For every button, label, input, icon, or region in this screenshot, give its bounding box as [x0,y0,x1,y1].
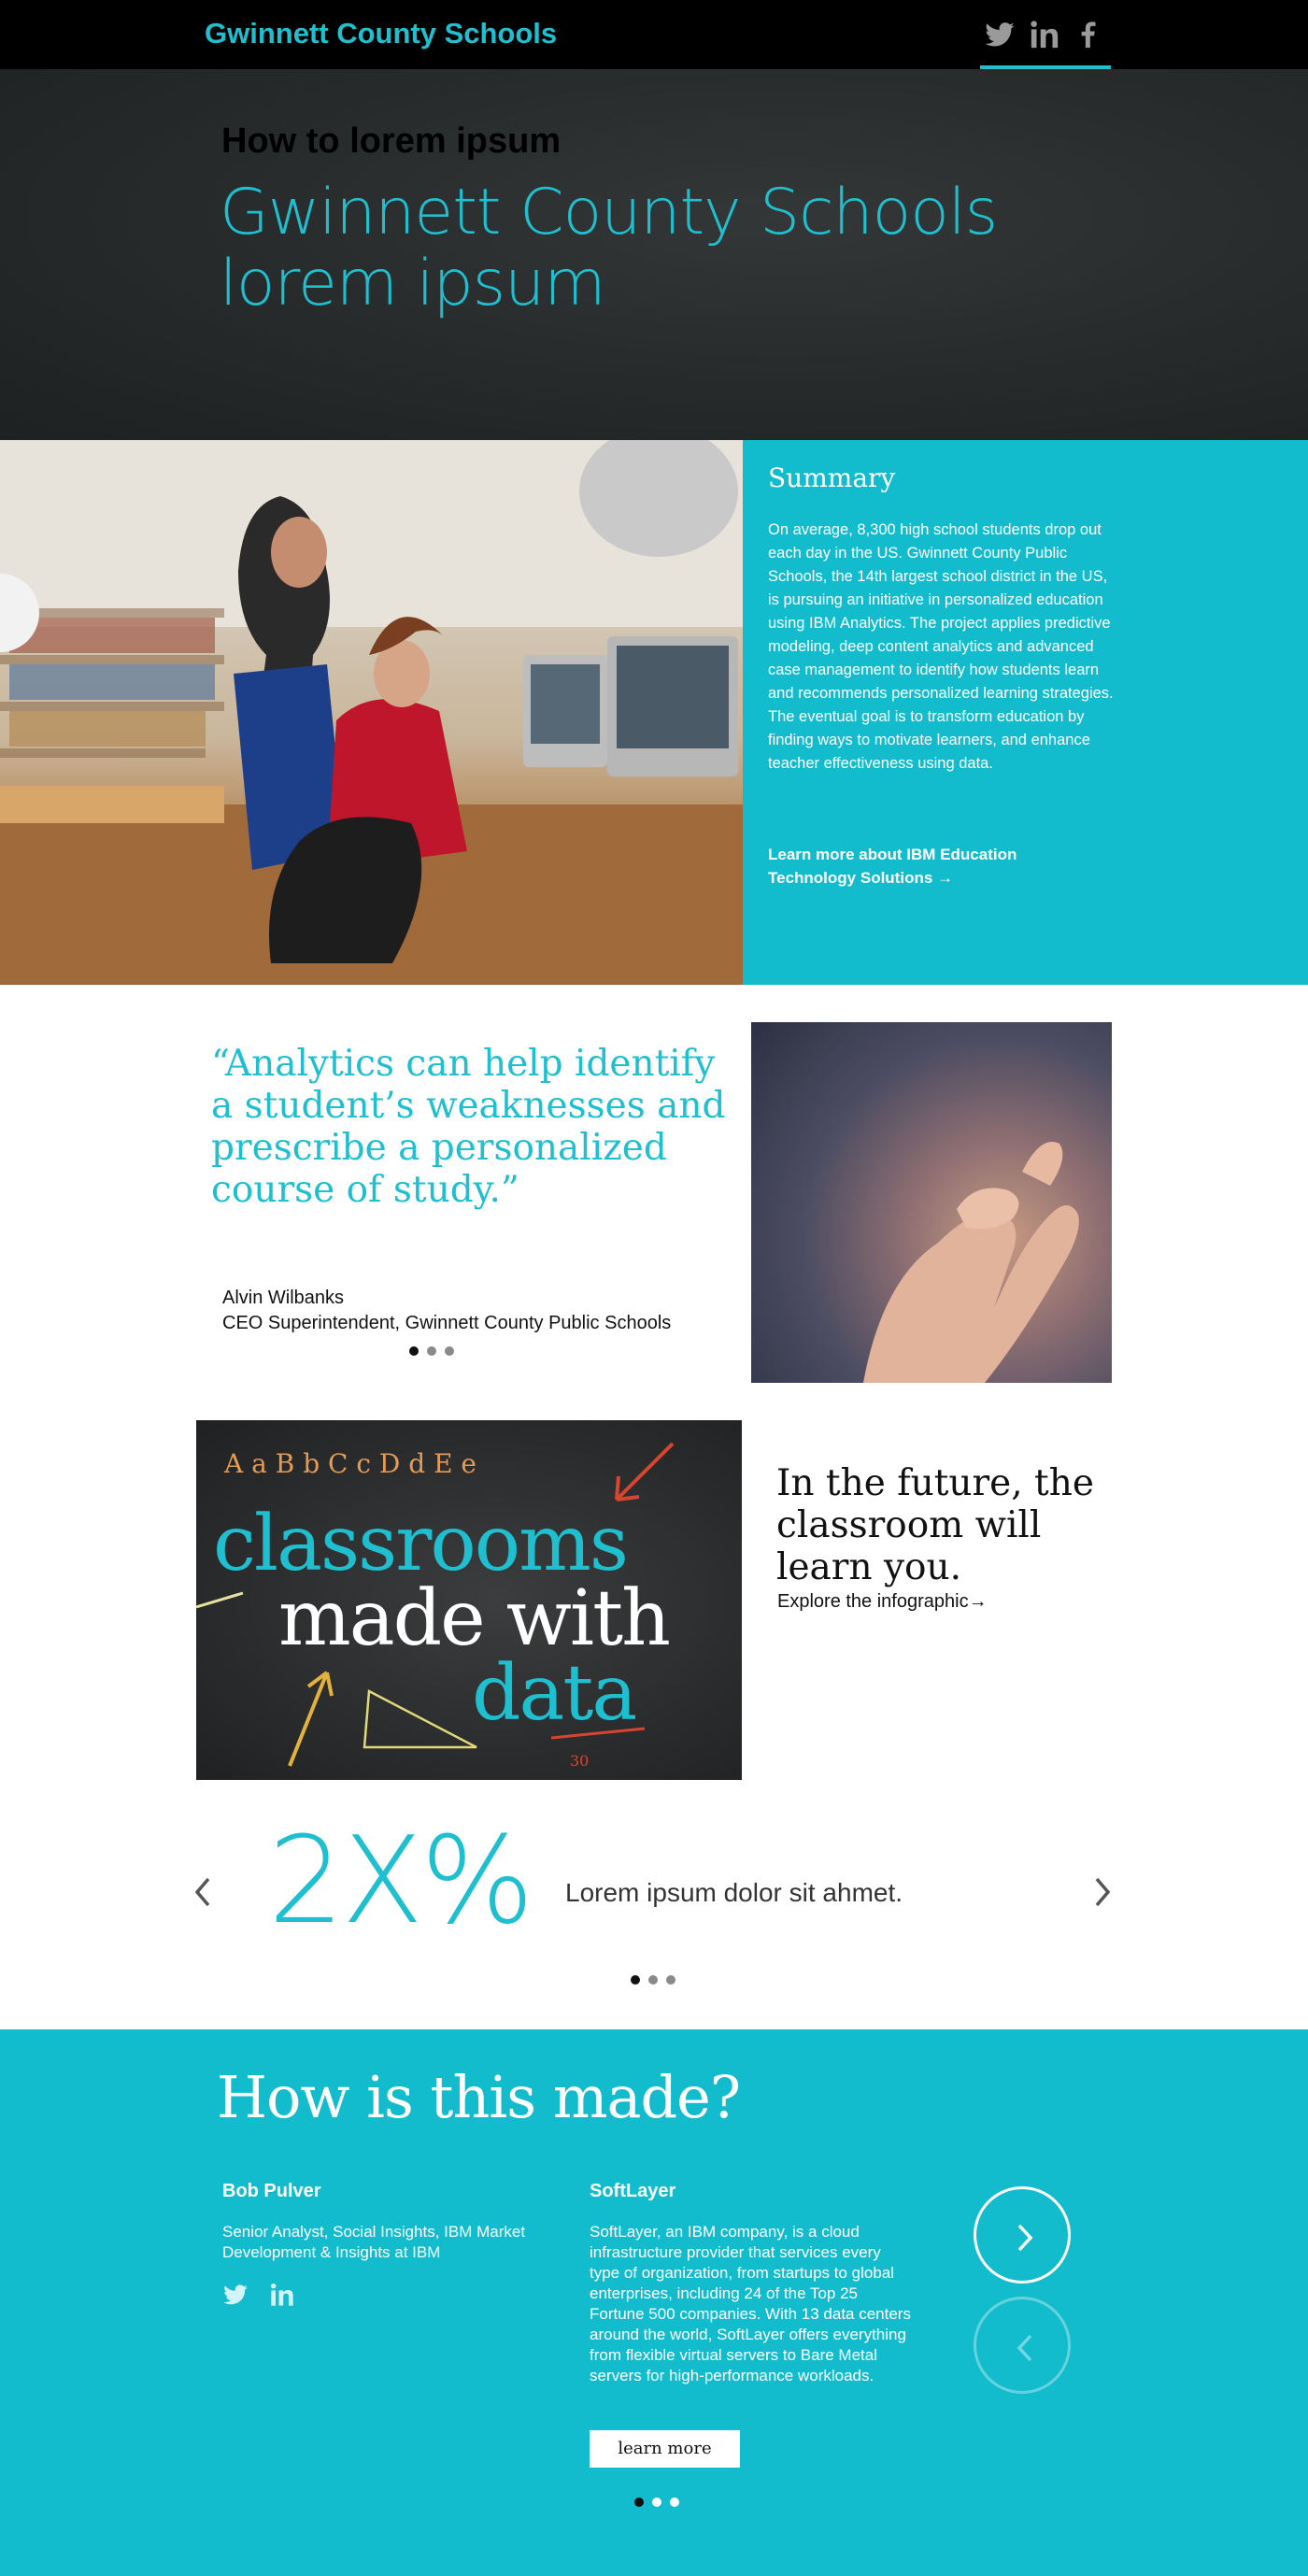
quote-carousel-dots [409,1346,454,1356]
hero-title-line1: Gwinnett County Schools [220,176,998,249]
students-library-photo [0,440,743,985]
social-links [980,0,1111,69]
stat-value: 2X% [268,1812,534,1951]
summary-heading: Summary [768,463,896,493]
top-navigation-bar: Gwinnett County Schools [0,0,1308,69]
learn-more-ibm-link[interactable]: Learn more about IBM Education Technolog… [768,843,1076,890]
stat-description: Lorem ipsum dolor sit ahmet. [565,1878,903,1907]
chevron-left-icon [1017,2334,1032,2362]
how-next-button[interactable] [974,2186,1071,2284]
stat-carousel-dots [631,1975,675,1985]
linkedin-icon[interactable] [1029,19,1060,50]
summary-panel: Summary On average, 8,300 high school st… [743,440,1308,985]
carousel-dot[interactable] [670,2498,679,2507]
stat-prev-button[interactable] [190,1873,216,1911]
twitter-icon[interactable] [984,19,1016,50]
carousel-dot[interactable] [427,1346,436,1356]
carousel-dot[interactable] [652,2498,661,2507]
how-is-this-made-section: How is this made? Bob Pulver Senior Anal… [0,2029,1308,2576]
how-made-title: How is this made? [217,2063,741,2131]
learn-more-button[interactable]: learn more [590,2430,740,2468]
carousel-dot[interactable] [648,1975,658,1985]
chevron-left-icon [194,1877,210,1907]
chalk-doodles: 30 [196,1442,675,1770]
person-role: Senior Analyst, Social Insights, IBM Mar… [222,2223,526,2261]
facebook-icon[interactable] [1072,19,1103,50]
person-social-links [222,2282,295,2308]
quote-attribution: Alvin Wilbanks CEO Superintendent, Gwinn… [222,1286,671,1336]
how-prev-button[interactable] [974,2297,1071,2394]
hero-banner: How to lorem ipsum Gwinnett County Schoo… [0,69,1308,440]
twitter-icon[interactable] [222,2282,249,2308]
infographic-chalkboard[interactable]: A a B b C c D d E e classrooms made with… [196,1420,742,1780]
brand-logo[interactable]: Gwinnett County Schools [205,17,557,50]
hero-title-line2: lorem ipsum [220,247,605,320]
carousel-dot[interactable] [445,1346,454,1356]
chevron-right-icon [1095,1877,1111,1907]
person-name: Bob Pulver [222,2181,321,2201]
hero-title: Gwinnett County Schools lorem ipsum [220,178,1154,320]
chalk-number: 30 [570,1752,589,1770]
stat-next-button[interactable] [1089,1873,1116,1911]
quote-author-title: CEO Superintendent, Gwinnett County Publ… [222,1313,672,1333]
quote-author-name: Alvin Wilbanks [222,1288,345,1308]
partner-description: SoftLayer, an IBM company, is a cloud in… [590,2223,911,2384]
chevron-right-icon [1017,2224,1033,2252]
explore-infographic-link[interactable]: Explore the infographic→ [777,1591,988,1613]
hero-kicker: How to lorem ipsum [221,121,562,161]
carousel-dot[interactable] [409,1346,419,1356]
testimonial-quote: “Analytics can help identify a student’s… [211,1043,726,1211]
raised-hand-photo [751,1022,1112,1383]
how-carousel-dots [634,2498,679,2507]
partner-name: SoftLayer [590,2181,676,2201]
summary-body: On average, 8,300 high school students d… [768,521,1114,772]
future-classroom-title: In the future, the classroom will learn … [776,1462,1094,1588]
linkedin-icon[interactable] [269,2282,295,2308]
carousel-dot[interactable] [631,1975,640,1985]
carousel-dot[interactable] [666,1975,675,1985]
hand-illustration [863,1142,1079,1383]
library-illustration [0,440,743,985]
carousel-dot[interactable] [634,2498,644,2507]
